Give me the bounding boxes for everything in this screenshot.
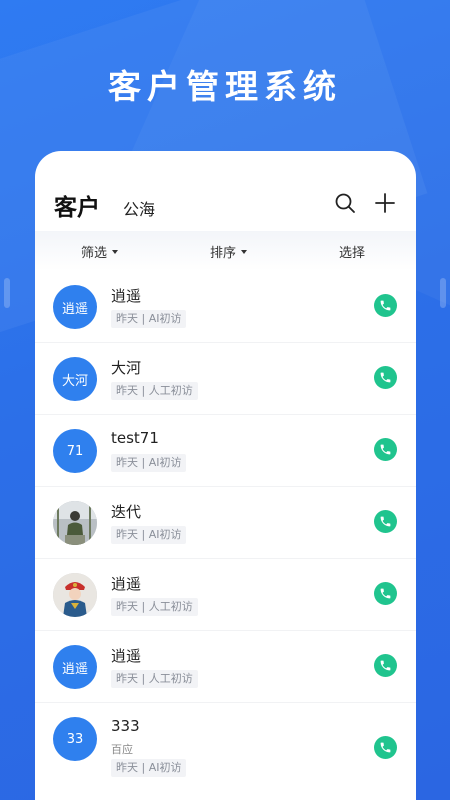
phone-icon: [380, 516, 391, 527]
customer-name: 逍遥: [111, 647, 142, 665]
visit-tag: 昨天 | 人工初访: [111, 598, 198, 616]
filter-dropdown[interactable]: 筛选: [81, 242, 119, 261]
person-photo-icon: [53, 501, 97, 545]
customer-name: test71: [111, 429, 159, 447]
avatar: 71: [53, 429, 97, 473]
app-header: 客户 公海: [35, 151, 416, 231]
visit-tag: 昨天 | AI初访: [111, 454, 187, 472]
phone-icon: [380, 372, 391, 383]
phone-icon: [380, 444, 391, 455]
filter-bar: 筛选 排序 选择: [35, 231, 416, 271]
customer-list: 逍遥 逍遥 昨天 | AI初访 大河 大河 昨天 | 人工初访 71 test7…: [35, 271, 416, 789]
sort-dropdown[interactable]: 排序: [210, 242, 248, 261]
visit-tag: 昨天 | 人工初访: [111, 382, 198, 400]
customer-name: 迭代: [111, 503, 142, 521]
call-button[interactable]: [374, 366, 397, 389]
customer-row[interactable]: 33 333 百应 昨天 | AI初访: [35, 703, 416, 789]
tab-public-pool[interactable]: 公海: [123, 196, 155, 220]
call-button[interactable]: [374, 510, 397, 533]
avatar: 逍遥: [53, 285, 97, 329]
carousel-indicator-right: [440, 278, 446, 308]
phone-icon: [380, 300, 391, 311]
carousel-indicator-left: [4, 278, 10, 308]
call-button[interactable]: [374, 438, 397, 461]
call-button[interactable]: [374, 654, 397, 677]
search-icon[interactable]: [334, 192, 356, 214]
visit-tag: 昨天 | AI初访: [111, 759, 187, 777]
customer-name: 大河: [111, 359, 142, 377]
caret-down-icon: [112, 249, 119, 254]
phone-icon: [380, 742, 391, 753]
customer-row[interactable]: 迭代 昨天 | AI初访: [35, 487, 416, 559]
caret-down-icon: [241, 249, 248, 254]
filter-label: 筛选: [81, 246, 108, 261]
avatar: 逍遥: [53, 645, 97, 689]
customer-row[interactable]: 大河 大河 昨天 | 人工初访: [35, 343, 416, 415]
phone-icon: [380, 588, 391, 599]
visit-tag: 昨天 | AI初访: [111, 310, 187, 328]
customer-row[interactable]: 逍遥 昨天 | 人工初访: [35, 559, 416, 631]
select-label: 选择: [339, 246, 366, 261]
call-button[interactable]: [374, 736, 397, 759]
call-button[interactable]: [374, 294, 397, 317]
customer-source: 百应: [111, 743, 133, 756]
banner-title: 客户管理系统: [108, 67, 342, 106]
plus-icon[interactable]: [374, 192, 396, 214]
sort-label: 排序: [210, 246, 237, 261]
customer-row[interactable]: 71 test71 昨天 | AI初访: [35, 415, 416, 487]
tab-customers[interactable]: 客户: [54, 188, 100, 222]
avatar-photo: [53, 501, 97, 545]
avatar: 33: [53, 717, 97, 761]
customer-name: 逍遥: [111, 287, 142, 305]
phone-icon: [380, 660, 391, 671]
avatar-photo: [53, 573, 97, 617]
phone-mockup: 客户 公海 筛选 排序 选择 逍遥 逍遥 昨天 | AI初访 大河 大河 昨天 …: [35, 151, 416, 800]
visit-tag: 昨天 | AI初访: [111, 526, 187, 544]
customer-row[interactable]: 逍遥 逍遥 昨天 | AI初访: [35, 271, 416, 343]
customer-name: 逍遥: [111, 575, 142, 593]
avatar: 大河: [53, 357, 97, 401]
call-button[interactable]: [374, 582, 397, 605]
visit-tag: 昨天 | 人工初访: [111, 670, 198, 688]
customer-row[interactable]: 逍遥 逍遥 昨天 | 人工初访: [35, 631, 416, 703]
person-photo-icon: [53, 573, 97, 617]
select-button[interactable]: 选择: [339, 242, 365, 261]
customer-name: 333: [111, 717, 140, 735]
